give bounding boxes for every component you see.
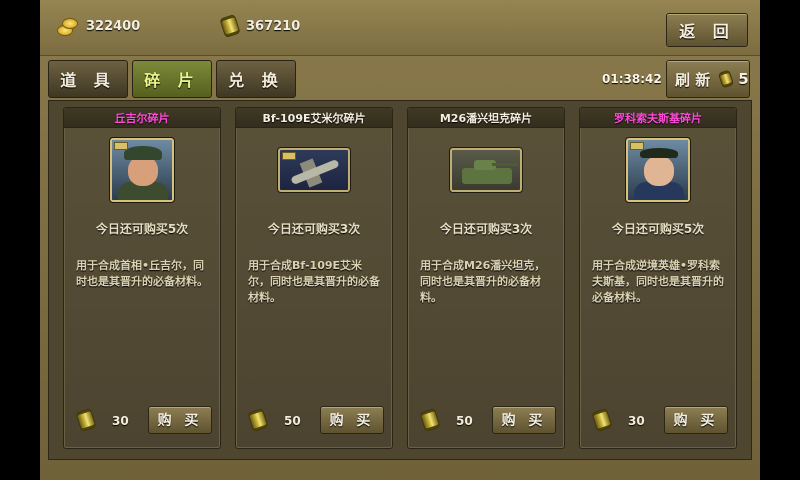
shop-card: 罗科索夫斯基碎片 今日还可购买5次 用于合成逆境英雄•罗科索夫斯基，同时也是其晋… xyxy=(579,107,737,449)
shop-card: 丘吉尔碎片 今日还可购买5次 用于合成首相•丘吉尔，同时也是其晋升的必备材料。 … xyxy=(63,107,221,449)
rokossovsky-portrait-icon xyxy=(626,138,690,202)
purchase-limit: 今日还可购买5次 xyxy=(611,222,705,236)
shop-panel: 丘吉尔碎片 今日还可购买5次 用于合成首相•丘吉尔，同时也是其晋升的必备材料。 … xyxy=(48,100,752,460)
buy-button[interactable]: 购 买 xyxy=(664,406,728,434)
buy-button[interactable]: 购 买 xyxy=(492,406,556,434)
card-title: M26潘兴坦克碎片 xyxy=(408,108,564,128)
refresh-cost: 5 xyxy=(738,70,749,88)
oil-barrel-icon xyxy=(591,408,613,432)
tab-items[interactable]: 道 具 xyxy=(48,60,128,98)
buy-button[interactable]: 购 买 xyxy=(148,406,212,434)
churchill-portrait-icon xyxy=(110,138,174,202)
gold-amount: 322400 xyxy=(86,18,141,34)
tab-bar: 道 具 碎 片 兑 换 xyxy=(48,60,296,98)
refresh-button[interactable]: 刷 新 5 xyxy=(666,60,750,98)
tab-fragments[interactable]: 碎 片 xyxy=(132,60,212,98)
shop-card: M26潘兴坦克碎片 今日还可购买3次 用于合成M26潘兴坦克，同时也是其晋升的必… xyxy=(407,107,565,449)
card-description: 用于合成M26潘兴坦克，同时也是其晋升的必备材料。 xyxy=(420,259,546,304)
oil-barrel-icon xyxy=(718,69,735,89)
refresh-label: 刷 新 xyxy=(675,70,711,89)
tab-exchange[interactable]: 兑 换 xyxy=(216,60,296,98)
oil-barrel-icon xyxy=(219,14,241,38)
gold-coin-icon xyxy=(56,16,78,36)
oil-barrel-icon xyxy=(419,408,441,432)
buy-button[interactable]: 购 买 xyxy=(320,406,384,434)
gold-counter: 322400 xyxy=(56,16,140,36)
card-description: 用于合成逆境英雄•罗科索夫斯基，同时也是其晋升的必备材料。 xyxy=(592,259,724,304)
shop-card: Bf-109E艾米尔碎片 今日还可购买3次 用于合成Bf-109E艾米尔，同时也… xyxy=(235,107,393,449)
card-price: 50 xyxy=(284,414,301,428)
card-price: 50 xyxy=(456,414,473,428)
card-title: 丘吉尔碎片 xyxy=(64,108,220,128)
top-bar: 322400 367210 返 回 xyxy=(40,0,760,56)
card-description: 用于合成首相•丘吉尔，同时也是其晋升的必备材料。 xyxy=(76,259,208,288)
purchase-limit: 今日还可购买5次 xyxy=(95,222,189,236)
card-price: 30 xyxy=(628,414,645,428)
game-window: 322400 367210 返 回 道 具 碎 片 兑 换 01:38:42 刷… xyxy=(40,0,760,480)
purchase-limit: 今日还可购买3次 xyxy=(267,222,361,236)
purchase-limit: 今日还可购买3次 xyxy=(439,222,533,236)
oil-barrel-icon xyxy=(75,408,97,432)
refresh-timer: 01:38:42 xyxy=(602,72,662,86)
m26-tank-icon xyxy=(450,148,522,192)
card-title: Bf-109E艾米尔碎片 xyxy=(236,108,392,128)
back-button[interactable]: 返 回 xyxy=(666,13,748,47)
card-price: 30 xyxy=(112,414,129,428)
oil-amount: 367210 xyxy=(246,18,301,34)
card-description: 用于合成Bf-109E艾米尔，同时也是其晋升的必备材料。 xyxy=(248,259,380,304)
oil-counter: 367210 xyxy=(219,14,301,38)
oil-barrel-icon xyxy=(247,408,269,432)
card-title: 罗科索夫斯基碎片 xyxy=(580,108,736,128)
bf109e-plane-icon xyxy=(278,148,350,192)
